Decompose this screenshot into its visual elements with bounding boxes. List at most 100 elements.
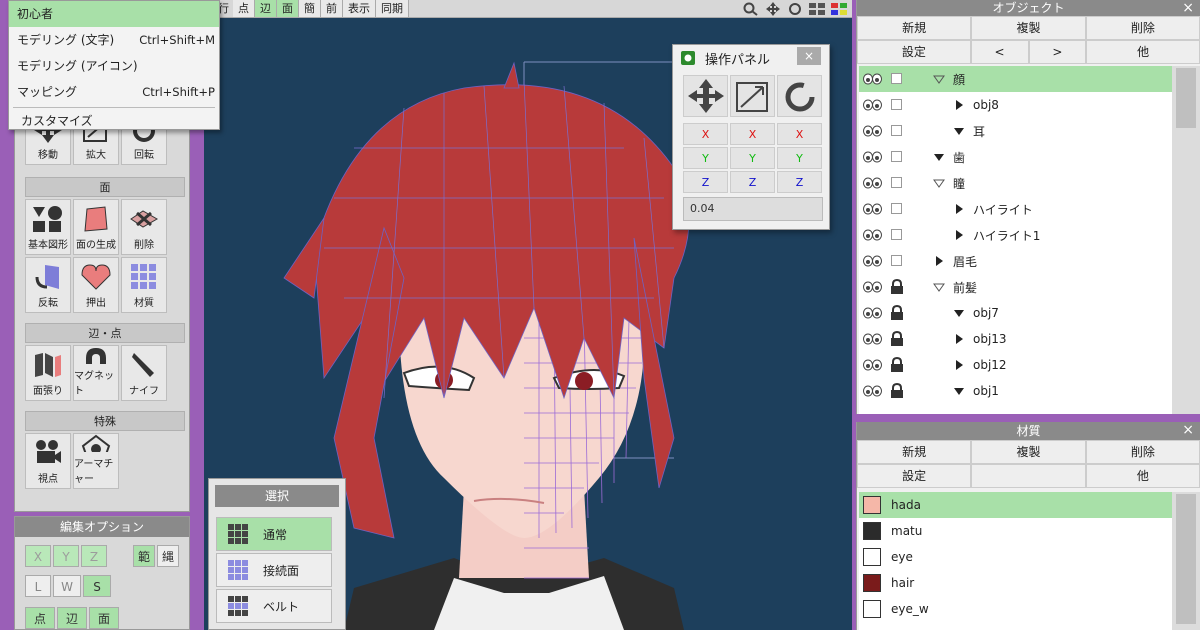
pan-icon[interactable]: [764, 1, 782, 16]
lock-icon[interactable]: [890, 357, 904, 373]
local-toggle[interactable]: L: [25, 575, 51, 597]
material-panel-close-icon[interactable]: ×: [1182, 422, 1194, 438]
object-tree-row[interactable]: 前髪: [859, 274, 1173, 300]
toolbar-button-point[interactable]: 点: [233, 0, 255, 17]
axis-y-button[interactable]: Y: [777, 147, 822, 169]
material-color-swatch[interactable]: [863, 600, 881, 618]
object-tree-row[interactable]: obj7: [859, 300, 1173, 326]
toolbar-button-simple[interactable]: 簡: [299, 0, 321, 17]
axis-z-button[interactable]: Z: [730, 171, 775, 193]
toolbar-button-front[interactable]: 前: [321, 0, 343, 17]
material-tool[interactable]: 材質: [121, 257, 167, 313]
axis-z-button[interactable]: Z: [777, 171, 822, 193]
object-more-button[interactable]: 他: [1086, 40, 1200, 64]
select-mode-connected[interactable]: 接続面: [216, 553, 332, 587]
material-row[interactable]: hada: [859, 492, 1173, 518]
object-tree-row[interactable]: obj13: [859, 326, 1173, 352]
expand-arrow-icon[interactable]: [953, 359, 965, 371]
lock-checkbox[interactable]: [891, 73, 902, 84]
object-tree-row[interactable]: 歯: [859, 144, 1173, 170]
material-new-button[interactable]: 新規: [857, 440, 972, 464]
layout-grid-icon[interactable]: [808, 2, 826, 16]
extrude-tool[interactable]: 押出: [73, 257, 119, 313]
material-row[interactable]: eye_w: [859, 596, 1173, 622]
material-row[interactable]: matu: [859, 518, 1173, 544]
menu-item-modeling-text[interactable]: モデリング (文字) Ctrl+Shift+M: [9, 27, 219, 53]
object-tree-scrollbar[interactable]: [1172, 66, 1200, 414]
expand-arrow-icon[interactable]: [953, 99, 965, 111]
object-panel-close-icon[interactable]: ×: [1182, 0, 1194, 16]
object-new-button[interactable]: 新規: [857, 16, 972, 40]
object-tree-row[interactable]: 耳: [859, 118, 1173, 144]
rope-toggle[interactable]: 縄: [157, 545, 179, 567]
lock-checkbox[interactable]: [891, 151, 902, 162]
face-mode-toggle[interactable]: 面: [89, 607, 119, 629]
fill-face-tool[interactable]: 面張り: [25, 345, 71, 401]
viewpoint-tool[interactable]: 視点: [25, 433, 71, 489]
rotate-view-icon[interactable]: [786, 2, 804, 16]
create-face-tool[interactable]: 面の生成: [73, 199, 119, 255]
screen-toggle[interactable]: S: [83, 575, 111, 597]
visibility-eye-icon[interactable]: [863, 99, 883, 111]
object-delete-button[interactable]: 削除: [1085, 16, 1200, 40]
lock-icon[interactable]: [890, 383, 904, 399]
expand-arrow-icon[interactable]: [933, 177, 945, 189]
select-mode-normal[interactable]: 通常: [216, 517, 332, 551]
primitive-tool[interactable]: 基本図形: [25, 199, 71, 255]
expand-arrow-icon[interactable]: [933, 255, 945, 267]
material-color-swatch[interactable]: [863, 548, 881, 566]
expand-arrow-icon[interactable]: [933, 73, 945, 85]
visibility-eye-icon[interactable]: [863, 177, 883, 189]
color-palette-icon[interactable]: [830, 2, 848, 16]
material-delete-button[interactable]: 削除: [1085, 440, 1200, 464]
material-color-swatch[interactable]: [863, 496, 881, 514]
axis-x-button[interactable]: X: [683, 123, 728, 145]
mode-dropdown-menu[interactable]: 初心者 モデリング (文字) Ctrl+Shift+M モデリング (アイコン)…: [8, 0, 220, 130]
object-tree-row[interactable]: ハイライト1: [859, 222, 1173, 248]
expand-arrow-icon[interactable]: [953, 125, 965, 137]
expand-arrow-icon[interactable]: [953, 203, 965, 215]
edge-mode-toggle[interactable]: 辺: [57, 607, 87, 629]
visibility-eye-icon[interactable]: [863, 255, 883, 267]
menu-item-customize[interactable]: カスタマイズ: [9, 110, 219, 132]
visibility-eye-icon[interactable]: [863, 73, 883, 85]
axis-x-button[interactable]: X: [730, 123, 775, 145]
visibility-eye-icon[interactable]: [863, 385, 883, 397]
object-tree-row[interactable]: obj8: [859, 92, 1173, 118]
expand-arrow-icon[interactable]: [953, 333, 965, 345]
expand-arrow-icon[interactable]: [953, 229, 965, 241]
visibility-eye-icon[interactable]: [863, 151, 883, 163]
zoom-icon[interactable]: [742, 2, 760, 16]
object-tree-row[interactable]: ハイライト: [859, 196, 1173, 222]
toolbar-button-edge[interactable]: 辺: [255, 0, 277, 17]
toolbar-button-sync[interactable]: 同期: [376, 0, 409, 17]
lock-checkbox[interactable]: [891, 125, 902, 136]
visibility-eye-icon[interactable]: [863, 125, 883, 137]
lock-icon[interactable]: [890, 279, 904, 295]
flip-tool[interactable]: 反転: [25, 257, 71, 313]
lock-checkbox[interactable]: [891, 255, 902, 266]
material-settings-button[interactable]: 設定: [857, 464, 972, 488]
material-list-scrollbar[interactable]: [1172, 492, 1200, 630]
magnet-tool[interactable]: マグネット: [73, 345, 119, 401]
expand-arrow-icon[interactable]: [953, 385, 965, 397]
toolbar-button-face[interactable]: 面: [277, 0, 299, 17]
axis-y-toggle[interactable]: Y: [53, 545, 79, 567]
lock-checkbox[interactable]: [891, 203, 902, 214]
lock-checkbox[interactable]: [891, 229, 902, 240]
knife-tool[interactable]: ナイフ: [121, 345, 167, 401]
object-settings-button[interactable]: 設定: [857, 40, 971, 64]
menu-item-mapping[interactable]: マッピング Ctrl+Shift+P: [9, 79, 219, 105]
operation-value-field[interactable]: 0.04: [683, 197, 823, 221]
toolbar-button-display[interactable]: 表示: [343, 0, 376, 17]
world-toggle[interactable]: W: [53, 575, 81, 597]
expand-arrow-icon[interactable]: [953, 307, 965, 319]
op-move-button[interactable]: [683, 75, 728, 117]
lock-icon[interactable]: [890, 331, 904, 347]
lock-checkbox[interactable]: [891, 99, 902, 110]
object-tree-row[interactable]: obj12: [859, 352, 1173, 378]
object-duplicate-button[interactable]: 複製: [971, 16, 1086, 40]
axis-z-button[interactable]: Z: [683, 171, 728, 193]
axis-y-button[interactable]: Y: [730, 147, 775, 169]
visibility-eye-icon[interactable]: [863, 307, 883, 319]
